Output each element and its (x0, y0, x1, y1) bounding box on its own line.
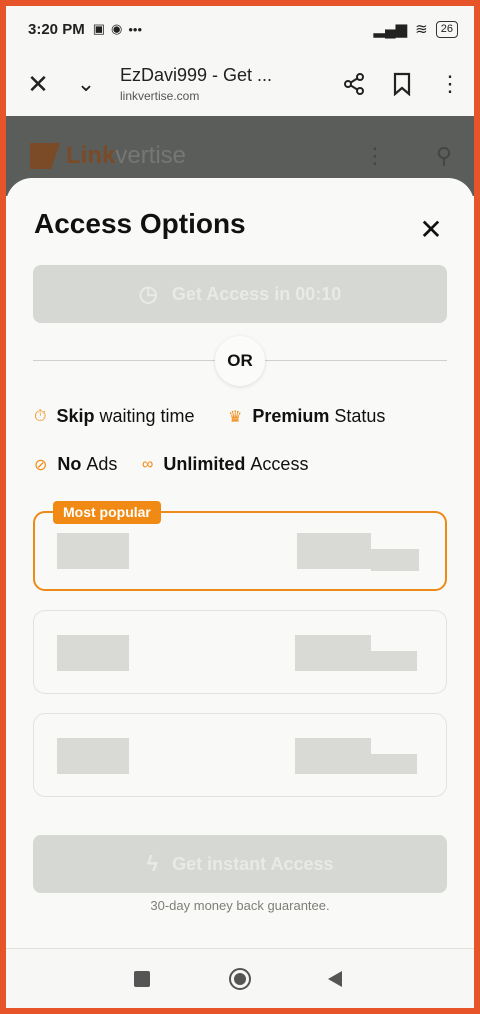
plan-option[interactable] (33, 610, 447, 694)
feature-bold: Unlimited (163, 454, 246, 474)
no-ads-icon: ⊘ (34, 456, 48, 474)
search-icon: ⚲ (435, 143, 452, 168)
site-menu-icon: ⋮ (363, 143, 386, 168)
page-title: EzDavi999 - Get ... (120, 65, 273, 85)
feature-unlimited: ∞ Unlimited Access (142, 454, 308, 475)
recents-button[interactable] (134, 971, 150, 987)
instant-button-label: Get instant Access (172, 853, 334, 874)
most-popular-badge: Most popular (53, 501, 161, 524)
plan-option-popular[interactable]: Most popular (33, 501, 447, 591)
close-icon: ✕ (27, 68, 49, 99)
plan-placeholder (57, 738, 129, 774)
or-separator: OR (215, 336, 265, 386)
kebab-menu-icon: ⋮ (439, 71, 461, 96)
timer-access-button[interactable]: ◷ Get Access in 00:10 (33, 265, 447, 323)
share-icon (344, 73, 364, 95)
back-button[interactable] (328, 971, 342, 987)
plan-placeholder (57, 635, 129, 671)
sheet-close-button[interactable]: ✕ (416, 213, 446, 245)
feature-text: Status (334, 406, 386, 426)
plan-placeholder (57, 533, 129, 569)
signal-icon: ▂▄▆ (373, 21, 408, 38)
bookmark-button[interactable] (378, 60, 426, 108)
site-logo: Linkvertise (66, 142, 186, 170)
plan-option[interactable] (33, 713, 447, 797)
timer-button-label: Get Access in 00:10 (171, 283, 342, 304)
infinity-icon: ∞ (142, 455, 154, 473)
chevron-down-icon: ⌄ (76, 71, 96, 96)
collapse-button[interactable]: ⌄ (62, 60, 110, 108)
bookmark-icon (393, 72, 411, 96)
wifi-icon: ≋ (415, 21, 428, 38)
logo-light: vertise (115, 142, 187, 169)
plan-placeholder (297, 533, 371, 569)
feature-text: Ads (86, 454, 118, 474)
close-icon: ✕ (419, 213, 443, 245)
page-title-area[interactable]: EzDavi999 - Get ... linkvertise.com (110, 65, 330, 103)
crown-icon: ♛ (228, 408, 243, 426)
close-tab-button[interactable]: ✕ (14, 60, 62, 108)
status-time: 3:20 PM (28, 20, 85, 38)
guarantee-text: 30-day money back guarantee. (150, 898, 330, 913)
feature-bold: Skip (56, 406, 95, 426)
phone-screen: 3:20 PM ▣ ◉ ••• ▂▄▆ ≋ 26 ✕ ⌄ EzDavi999 -… (6, 6, 474, 1008)
feature-no-ads: ⊘ No Ads (34, 454, 117, 475)
record-icon: ◉ (111, 21, 123, 36)
instant-access-button[interactable]: ϟ Get instant Access (33, 835, 447, 893)
browser-toolbar: ✕ ⌄ EzDavi999 - Get ... linkvertise.com … (6, 52, 474, 116)
page-domain: linkvertise.com (120, 89, 200, 103)
menu-button[interactable]: ⋮ (426, 60, 474, 108)
stopwatch-icon: ⏱ (34, 407, 47, 425)
plan-placeholder (295, 635, 371, 671)
share-button[interactable] (330, 60, 378, 108)
access-options-sheet: Access Options ✕ ◷ Get Access in 00:10 O… (6, 178, 474, 948)
plan-placeholder (371, 754, 417, 774)
plan-placeholder (371, 549, 419, 571)
plan-placeholder (295, 738, 371, 774)
feature-skip: ⏱ Skip waiting time (34, 406, 195, 427)
feature-text: waiting time (99, 406, 195, 426)
linkvertise-logo-icon (30, 143, 60, 169)
clock-icon: ◷ (138, 281, 158, 306)
message-icon: ▣ (92, 21, 105, 36)
plan-placeholder (371, 651, 417, 671)
feature-premium: ♛ Premium Status (228, 406, 385, 427)
more-notifications-icon: ••• (128, 21, 142, 37)
logo-bold: Link (66, 142, 116, 169)
sheet-title: Access Options (34, 208, 246, 239)
battery-indicator: 26 (435, 20, 458, 38)
home-button[interactable] (229, 968, 251, 990)
feature-text: Access (250, 454, 309, 474)
lightning-icon: ϟ (146, 851, 159, 876)
feature-bold: Premium (252, 406, 330, 426)
system-nav-bar (6, 948, 474, 1008)
feature-bold: No (57, 454, 82, 474)
status-bar: 3:20 PM ▣ ◉ ••• ▂▄▆ ≋ 26 (6, 6, 474, 52)
